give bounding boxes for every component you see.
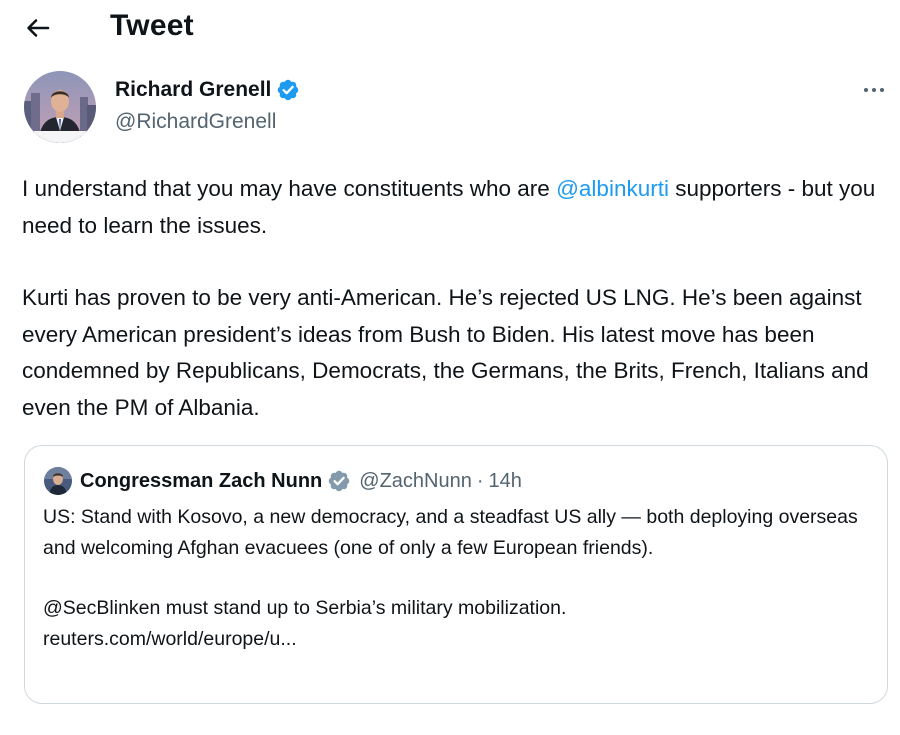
- quoted-author-name: Congressman Zach Nunn: [80, 469, 323, 492]
- tweet-paragraph-1: I understand that you may have constitue…: [22, 171, 882, 244]
- separator-dot: ·: [476, 469, 484, 492]
- quoted-author-avatar: [44, 467, 72, 495]
- mention-link[interactable]: @albinkurti: [556, 176, 669, 201]
- avatar-image: [24, 71, 96, 143]
- quoted-tweet-text: US: Stand with Kosovo, a new democracy, …: [43, 502, 863, 654]
- tweet-page: Tweet Richard Grenell @RichardGrenell I …: [0, 0, 900, 735]
- quoted-paragraph-1: US: Stand with Kosovo, a new democracy, …: [43, 506, 858, 559]
- author-name-row[interactable]: Richard Grenell: [115, 78, 300, 102]
- quoted-author-handle: @ZachNunn: [359, 469, 472, 492]
- back-button[interactable]: [22, 12, 54, 44]
- tweet-paragraph-2: Kurti has proven to be very anti-America…: [22, 285, 869, 420]
- arrow-left-icon: [27, 19, 50, 37]
- quoted-paragraph-2: @SecBlinken must stand up to Serbia’s mi…: [43, 593, 863, 654]
- more-options-button[interactable]: [858, 78, 890, 102]
- author-avatar[interactable]: [24, 71, 96, 143]
- more-horizontal-icon: [864, 88, 884, 92]
- quoted-tweet[interactable]: Congressman Zach Nunn @ZachNunn · 14h US…: [24, 445, 888, 704]
- author-handle[interactable]: @RichardGrenell: [115, 110, 276, 134]
- page-header: Tweet: [0, 0, 900, 56]
- quoted-paragraph-2-text: @SecBlinken must stand up to Serbia’s mi…: [43, 597, 567, 619]
- tweet-text: I understand that you may have constitue…: [22, 171, 882, 426]
- quoted-link[interactable]: reuters.com/world/europe/u...: [43, 628, 297, 650]
- quoted-timestamp: 14h: [488, 469, 522, 492]
- tweet-text-segment: I understand that you may have constitue…: [22, 176, 557, 201]
- verified-badge-icon: [276, 78, 300, 102]
- quoted-tweet-header: Congressman Zach Nunn @ZachNunn · 14h: [44, 467, 522, 495]
- author-name: Richard Grenell: [115, 78, 272, 101]
- verified-badge-icon: [327, 469, 351, 493]
- page-title: Tweet: [110, 9, 194, 42]
